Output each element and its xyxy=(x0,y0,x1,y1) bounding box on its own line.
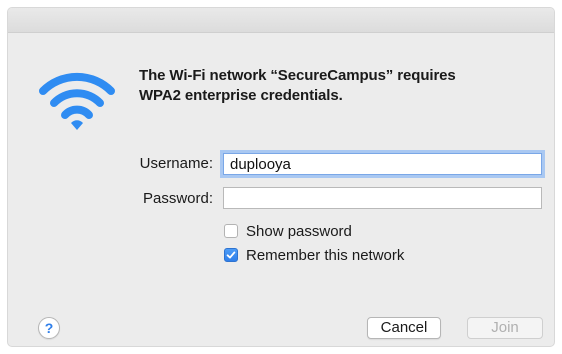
wifi-icon xyxy=(39,72,115,130)
checkmark-icon xyxy=(226,251,236,259)
password-field[interactable] xyxy=(223,187,542,209)
dialog-message-line-2: WPA2 enterprise credentials. xyxy=(139,87,343,104)
username-label: Username: xyxy=(139,155,213,172)
dialog-message-line-1: The Wi-Fi network “SecureCampus” require… xyxy=(139,67,456,84)
password-label: Password: xyxy=(142,190,213,207)
remember-network-option[interactable]: Remember this network xyxy=(224,246,404,264)
title-bar[interactable] xyxy=(8,8,554,33)
dialog-message: The Wi-Fi network “SecureCampus” require… xyxy=(139,66,539,106)
help-button[interactable]: ? xyxy=(38,317,60,339)
join-button[interactable]: Join xyxy=(467,317,543,339)
remember-network-label: Remember this network xyxy=(246,246,405,264)
cancel-button[interactable]: Cancel xyxy=(367,317,441,339)
show-password-checkbox[interactable] xyxy=(224,224,238,238)
wifi-credentials-dialog: The Wi-Fi network “SecureCampus” require… xyxy=(8,8,554,346)
show-password-label: Show password xyxy=(246,222,352,240)
username-field[interactable] xyxy=(223,153,542,175)
show-password-option[interactable]: Show password xyxy=(224,222,352,240)
remember-network-checkbox[interactable] xyxy=(224,248,238,262)
